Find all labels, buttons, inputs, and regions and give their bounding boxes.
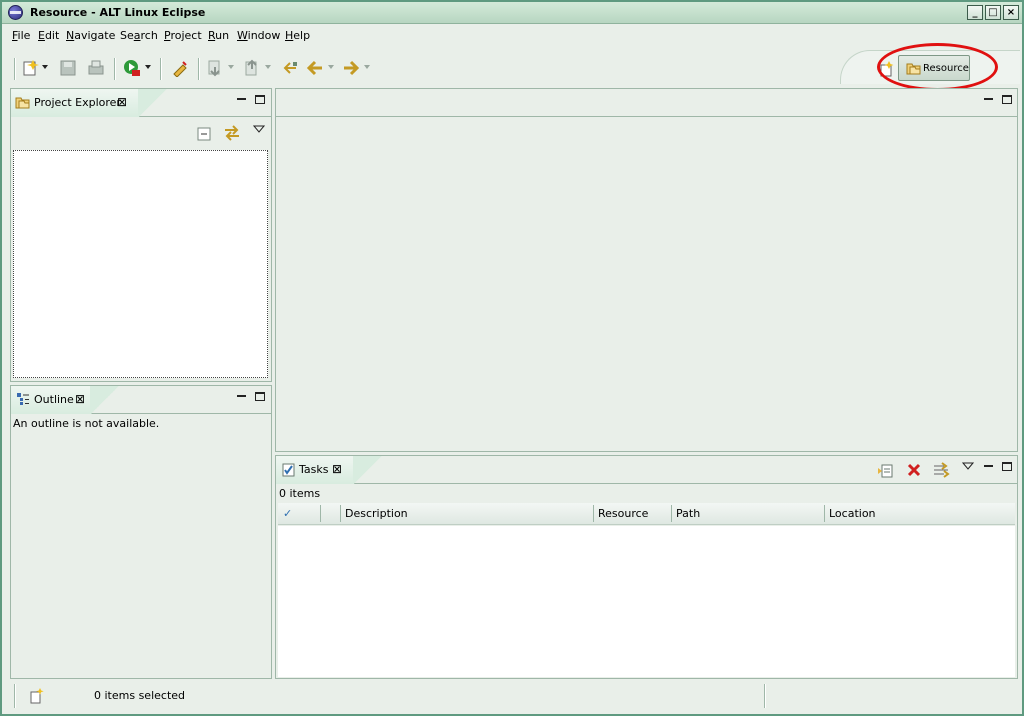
menu-help[interactable]: Help (285, 29, 310, 42)
previous-annotation-dropdown-icon[interactable] (265, 65, 271, 69)
column-separator[interactable] (824, 505, 825, 522)
minimize-view-icon[interactable] (237, 98, 246, 100)
column-completed[interactable]: ✓ (283, 507, 292, 520)
project-explorer-tab-label: Project Explorer (34, 96, 121, 109)
run-icon[interactable] (123, 59, 141, 77)
outline-view: Outline ⊠ An outline is not available. (10, 385, 272, 679)
status-separator (764, 684, 766, 708)
column-separator[interactable] (671, 505, 672, 522)
status-separator (14, 684, 16, 708)
print-icon[interactable] (87, 59, 105, 77)
menu-search[interactable]: Search (120, 29, 158, 42)
collapse-all-icon[interactable] (197, 127, 211, 141)
next-annotation-icon[interactable] (206, 59, 224, 77)
forward-dropdown-icon[interactable] (364, 65, 370, 69)
editor-area[interactable] (275, 88, 1018, 452)
tab-tasks[interactable]: Tasks ⊠ (276, 456, 354, 484)
menu-window[interactable]: Window (237, 29, 280, 42)
delete-task-icon[interactable] (907, 463, 921, 477)
minimize-view-icon[interactable] (984, 98, 993, 100)
column-path[interactable]: Path (676, 507, 700, 520)
outline-tab-label: Outline (34, 393, 74, 406)
minimize-view-icon[interactable] (984, 465, 993, 467)
tasks-table-body[interactable] (278, 526, 1015, 677)
toolbar-separator (14, 58, 16, 80)
tasks-tabstrip: Tasks ⊠ (276, 456, 1017, 484)
last-edit-location-icon[interactable] (281, 59, 299, 77)
tab-curve (90, 386, 120, 414)
title-bar[interactable]: Resource - ALT Linux Eclipse _ □ × (2, 2, 1022, 24)
back-icon[interactable] (306, 59, 324, 77)
tasks-item-count: 0 items (279, 487, 321, 500)
maximize-view-icon[interactable] (1002, 462, 1012, 471)
tab-curve (138, 89, 168, 117)
minimize-icon[interactable]: _ (967, 5, 983, 20)
close-icon[interactable]: × (1003, 5, 1019, 20)
new-task-icon[interactable] (877, 462, 894, 478)
next-annotation-dropdown-icon[interactable] (228, 65, 234, 69)
eclipse-logo-icon (8, 5, 23, 20)
new-wizard-icon[interactable] (22, 59, 40, 77)
menu-run[interactable]: Run (208, 29, 229, 42)
back-dropdown-icon[interactable] (328, 65, 334, 69)
column-description[interactable]: Description (345, 507, 408, 520)
tasks-table-header: ✓ Description Resource Path Location (278, 503, 1015, 525)
toolbar-separator (198, 58, 200, 80)
tab-curve (353, 456, 383, 484)
toolbar-separator (160, 58, 162, 80)
column-location[interactable]: Location (829, 507, 876, 520)
column-separator[interactable] (340, 505, 341, 522)
status-text: 0 items selected (94, 689, 186, 702)
maximize-icon[interactable]: □ (985, 5, 1001, 20)
new-dropdown-icon[interactable] (42, 65, 48, 69)
previous-annotation-icon[interactable] (243, 59, 261, 77)
link-with-editor-icon[interactable] (223, 125, 241, 141)
editor-tabstrip (276, 89, 1017, 117)
project-explorer-icon (15, 97, 30, 109)
view-menu-icon[interactable] (962, 462, 974, 470)
menu-file[interactable]: File (12, 29, 30, 42)
view-menu-icon[interactable] (253, 125, 265, 133)
close-icon[interactable]: ⊠ (117, 95, 127, 109)
outline-icon (17, 393, 29, 405)
filter-icon[interactable] (933, 462, 950, 478)
menu-project[interactable]: Project (164, 29, 202, 42)
menu-navigate[interactable]: Navigate (66, 29, 115, 42)
project-explorer-tabstrip: Project Explorer ⊠ (11, 89, 271, 117)
maximize-view-icon[interactable] (255, 392, 265, 401)
main-toolbar (2, 48, 1022, 86)
minimize-view-icon[interactable] (237, 395, 246, 397)
tab-outline[interactable]: Outline ⊠ (11, 386, 91, 414)
close-icon[interactable]: ⊠ (332, 462, 342, 476)
maximize-view-icon[interactable] (1002, 95, 1012, 104)
toolbar-separator (114, 58, 116, 80)
forward-icon[interactable] (342, 59, 360, 77)
project-explorer-tree[interactable] (13, 150, 268, 378)
highlight-annotation (877, 43, 998, 91)
outline-message: An outline is not available. (13, 417, 160, 430)
tasks-icon (282, 463, 295, 477)
menu-bar: File Edit Navigate Search Project Run Wi… (2, 26, 1022, 46)
open-task-icon[interactable] (171, 59, 189, 77)
column-separator[interactable] (593, 505, 594, 522)
status-bar: 0 items selected (2, 682, 1022, 714)
maximize-view-icon[interactable] (255, 95, 265, 104)
save-icon[interactable] (59, 59, 77, 77)
eclipse-window: Resource - ALT Linux Eclipse _ □ × File … (0, 0, 1024, 716)
tab-project-explorer[interactable]: Project Explorer ⊠ (11, 89, 139, 117)
column-separator[interactable] (320, 505, 321, 522)
outline-tabstrip: Outline ⊠ (11, 386, 271, 414)
fast-view-icon[interactable] (30, 688, 44, 704)
column-resource[interactable]: Resource (598, 507, 648, 520)
menu-edit[interactable]: Edit (38, 29, 59, 42)
tasks-tab-label: Tasks (299, 463, 329, 476)
window-title: Resource - ALT Linux Eclipse (30, 6, 206, 19)
run-dropdown-icon[interactable] (145, 65, 151, 69)
close-icon[interactable]: ⊠ (75, 392, 85, 406)
